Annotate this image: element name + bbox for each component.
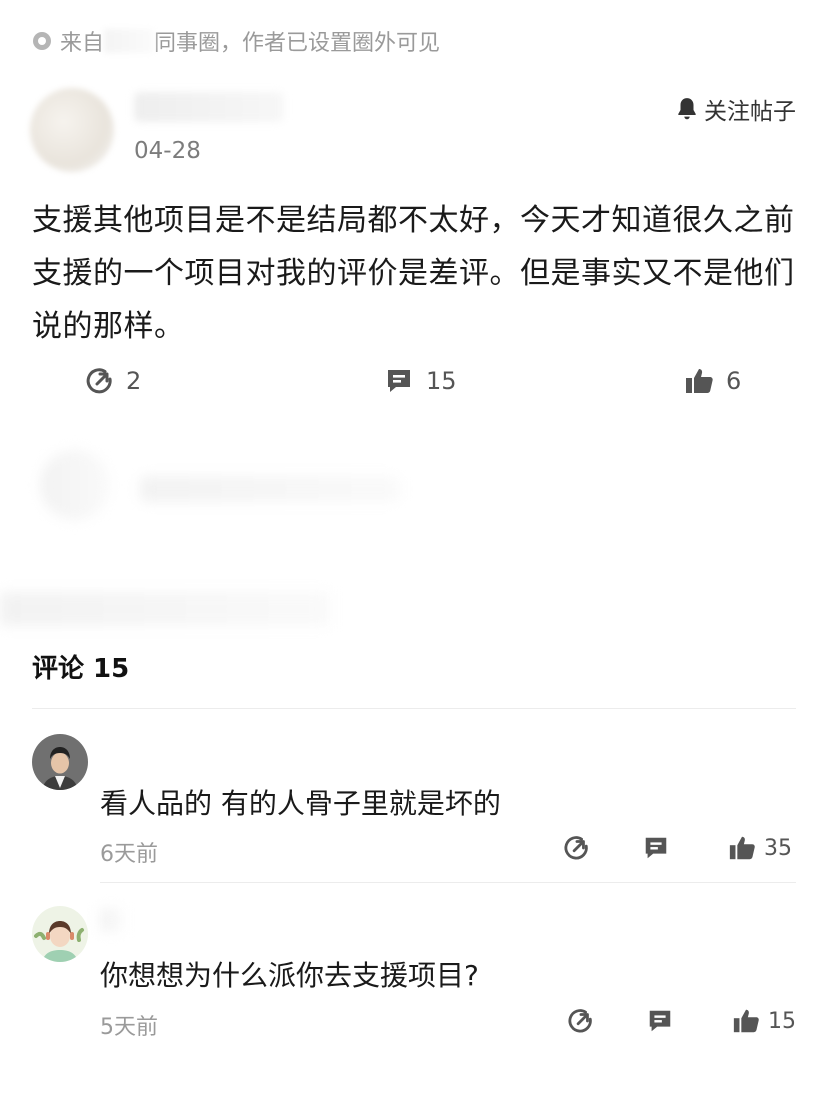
comment-reply-button[interactable] (642, 834, 670, 862)
share-icon (564, 836, 588, 860)
source-suffix: 同事圈，作者已设置圈外可见 (154, 31, 441, 56)
thumbs-up-icon (729, 836, 755, 860)
divider (32, 708, 796, 709)
comment-count: 15 (426, 367, 457, 395)
blurred-commenter-name (100, 908, 122, 932)
author-name-redacted[interactable] (134, 92, 284, 122)
comment-time: 6天前 (100, 842, 158, 867)
author-avatar[interactable] (30, 88, 114, 172)
blurred-strip (0, 592, 330, 626)
like-count: 6 (726, 367, 742, 395)
post-source-line: 来自 同事圈，作者已设置圈外可见 (32, 26, 440, 56)
bell-icon (678, 98, 696, 120)
thumbs-up-icon (686, 369, 713, 393)
comment-like-count: 35 (764, 835, 792, 861)
comment-like-button[interactable]: 15 (732, 1007, 796, 1035)
comment-button[interactable]: 15 (384, 366, 457, 396)
user-avatar-icon (32, 734, 88, 790)
comment-text: 看人品的 有的人骨子里就是坏的 (100, 787, 501, 820)
share-count: 2 (126, 367, 142, 395)
comments-title: 评论 15 (32, 654, 130, 684)
comment-share-button[interactable] (566, 1007, 594, 1035)
comment-avatar[interactable] (32, 906, 88, 962)
follow-post-label: 关注帖子 (704, 99, 796, 125)
comment-time: 5天前 (100, 1015, 158, 1040)
share-icon (568, 1009, 592, 1033)
divider (100, 882, 796, 883)
like-button[interactable]: 6 (684, 366, 741, 396)
comment-reply-button[interactable] (646, 1007, 674, 1035)
blurred-avatar (40, 450, 110, 520)
comment-text: 你想想为什么派你去支援项目? (100, 959, 479, 992)
comment-share-button[interactable] (562, 834, 590, 862)
source-redacted (104, 29, 155, 53)
user-avatar-icon (32, 906, 88, 962)
share-icon (86, 368, 112, 394)
comment-avatar[interactable] (32, 734, 88, 790)
circle-dot-icon (33, 32, 51, 50)
post-body: 支援其他项目是不是结局都不太好，今天才知道很久之前支援的一个项目对我的评价是差评… (32, 203, 795, 344)
comment-like-button[interactable]: 35 (728, 834, 792, 862)
comment-like-count: 15 (768, 1008, 796, 1034)
post-date: 04-28 (134, 138, 201, 164)
blurred-text (140, 476, 400, 502)
comment-icon (388, 370, 410, 392)
comment-icon (649, 1010, 671, 1032)
share-button[interactable]: 2 (84, 366, 141, 396)
comment-icon (645, 837, 667, 859)
follow-post-button[interactable]: 关注帖子 (674, 92, 796, 126)
thumbs-up-icon (733, 1009, 759, 1033)
source-prefix: 来自 (60, 31, 105, 56)
